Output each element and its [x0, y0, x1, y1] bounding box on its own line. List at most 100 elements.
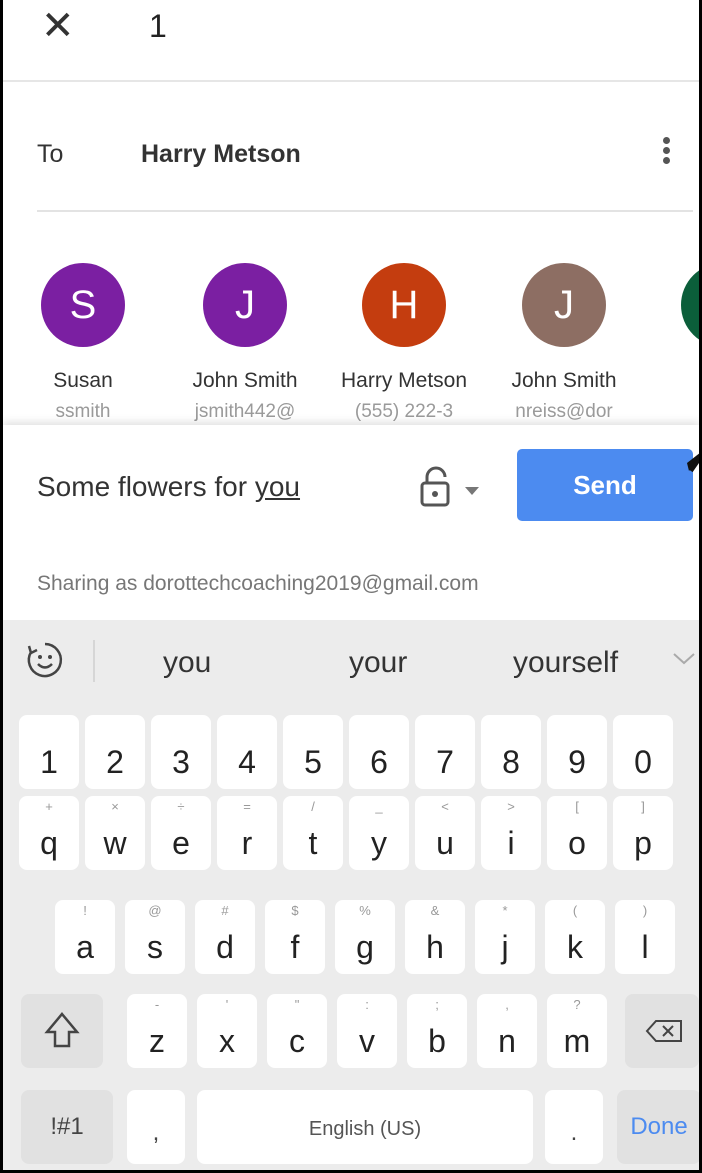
- close-icon[interactable]: ✕: [41, 6, 75, 46]
- key-m[interactable]: ? m: [547, 994, 607, 1068]
- key-label: l: [641, 929, 649, 965]
- to-label: To: [37, 140, 64, 168]
- key-e[interactable]: ÷ e: [151, 796, 211, 870]
- space-label: English (US): [308, 1118, 422, 1140]
- key-2[interactable]: 2: [85, 715, 145, 789]
- key-s[interactable]: @ s: [125, 900, 185, 974]
- key-l[interactable]: ) l: [615, 900, 675, 974]
- symbols-key[interactable]: !#1: [21, 1090, 113, 1164]
- key-h[interactable]: & h: [405, 900, 465, 974]
- key-hint: (: [572, 903, 578, 918]
- more-vert-icon[interactable]: [657, 134, 675, 174]
- key-hint: %: [359, 903, 371, 918]
- key-9[interactable]: 9: [547, 715, 607, 789]
- emoji-icon[interactable]: [25, 640, 65, 680]
- suggestion-2[interactable]: your: [349, 646, 407, 680]
- contact-suggestion[interactable]: J John Smith nreiss@dor: [489, 255, 639, 423]
- suggested-contacts: S Susan ssmith J John Smith jsmith442@ H Harry …: [3, 255, 699, 425]
- key-v[interactable]: :v: [337, 994, 397, 1068]
- key-hint: /: [311, 799, 315, 814]
- key-label: v: [359, 1023, 375, 1059]
- shift-key[interactable]: [21, 994, 103, 1068]
- suggestion-1[interactable]: you: [163, 646, 211, 680]
- key-label: n: [498, 1023, 516, 1059]
- key-4[interactable]: 4: [217, 715, 277, 789]
- key-hint: =: [243, 799, 251, 814]
- pointer-arrow: [687, 453, 699, 473]
- message-text[interactable]: Some flowers for you: [37, 471, 300, 503]
- comma-key[interactable]: ,: [127, 1090, 185, 1164]
- key-hint: >: [507, 799, 515, 814]
- key-hint: ;: [435, 997, 439, 1012]
- key-x[interactable]: ' x: [197, 994, 257, 1068]
- key-label: g: [356, 929, 374, 965]
- key-label: 9: [568, 744, 586, 780]
- key-i[interactable]: > i: [481, 796, 541, 870]
- key-hint: ×: [111, 799, 119, 814]
- key-label: t: [308, 825, 318, 861]
- key-label: 5: [304, 744, 322, 780]
- recipient-chip[interactable]: Harry Metson: [141, 140, 301, 169]
- contact-detail: jsmith442@: [194, 401, 296, 422]
- key-label: j: [501, 929, 509, 965]
- period-key[interactable]: .: [545, 1090, 603, 1164]
- key-g[interactable]: % g: [335, 900, 395, 974]
- key-label: b: [428, 1023, 446, 1059]
- suggestion-separator: [93, 640, 95, 682]
- key-p[interactable]: ] p: [613, 796, 673, 870]
- key-label: p: [634, 825, 652, 861]
- key-k[interactable]: (k: [545, 900, 605, 974]
- key-5[interactable]: 5: [283, 715, 343, 789]
- key-7[interactable]: 7: [415, 715, 475, 789]
- key-j[interactable]: * j: [475, 900, 535, 974]
- key-label: 1: [40, 744, 58, 780]
- key-n[interactable]: ,n: [477, 994, 537, 1068]
- chevron-down-icon[interactable]: [671, 648, 697, 668]
- contact-suggestion[interactable]: Jandy andy: [648, 255, 699, 423]
- period-label: .: [570, 1119, 578, 1146]
- key-d[interactable]: # d: [195, 900, 255, 974]
- key-f[interactable]: $ f: [265, 900, 325, 974]
- key-c[interactable]: " c: [267, 994, 327, 1068]
- done-label: Done: [630, 1113, 688, 1140]
- key-label: 3: [172, 744, 190, 780]
- key-label: c: [289, 1023, 305, 1059]
- key-z[interactable]: -z: [127, 994, 187, 1068]
- key-hint: ,: [505, 997, 509, 1012]
- key-label: o: [568, 825, 586, 861]
- space-key[interactable]: English (US): [197, 1090, 533, 1164]
- backspace-key[interactable]: [625, 994, 699, 1068]
- key-y[interactable]: _ y: [349, 796, 409, 870]
- send-button[interactable]: Send: [517, 449, 693, 521]
- contact-detail: (555) 222-3: [354, 401, 454, 422]
- key-a[interactable]: ! a: [55, 900, 115, 974]
- key-3[interactable]: 3: [151, 715, 211, 789]
- key-0[interactable]: 0: [613, 715, 673, 789]
- key-1[interactable]: 1: [19, 715, 79, 789]
- contact-suggestion[interactable]: H Harry Metson (555) 222-3: [329, 255, 479, 423]
- contact-name: John Smith: [192, 369, 298, 392]
- top-bar: ✕ 1: [3, 0, 699, 82]
- done-key[interactable]: Done: [617, 1090, 699, 1164]
- key-hint: *: [502, 903, 508, 918]
- contact-suggestion[interactable]: J John Smith jsmith442@: [170, 255, 320, 423]
- key-w[interactable]: × w: [85, 796, 145, 870]
- key-o[interactable]: [o: [547, 796, 607, 870]
- key-hint: +: [45, 799, 53, 814]
- key-b[interactable]: ; b: [407, 994, 467, 1068]
- key-hint: ÷: [177, 799, 185, 814]
- key-hint: <: [441, 799, 449, 814]
- suggestion-3[interactable]: yourself: [513, 646, 618, 680]
- avatar: S: [41, 263, 125, 347]
- symbols-label: !#1: [50, 1113, 84, 1140]
- key-label: a: [76, 929, 94, 965]
- key-hint: [: [575, 799, 579, 814]
- key-t[interactable]: / t: [283, 796, 343, 870]
- lock-dropdown-icon[interactable]: [417, 465, 489, 509]
- key-r[interactable]: = r: [217, 796, 277, 870]
- key-8[interactable]: 8: [481, 715, 541, 789]
- key-6[interactable]: 6: [349, 715, 409, 789]
- key-u[interactable]: < u: [415, 796, 475, 870]
- contact-suggestion[interactable]: S Susan ssmith: [8, 255, 158, 423]
- key-q[interactable]: + q: [19, 796, 79, 870]
